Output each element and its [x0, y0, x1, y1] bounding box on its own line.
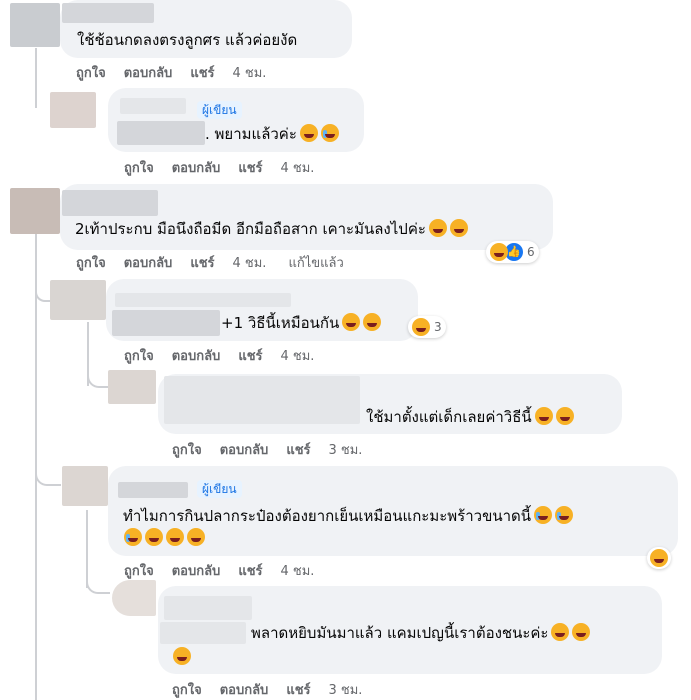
like-button[interactable]: ถูกใจ [124, 161, 154, 176]
reply-button[interactable]: ตอบกลับ [172, 564, 221, 579]
mention-name[interactable] [117, 121, 205, 145]
crying-emoji-icon [124, 528, 142, 546]
author-name[interactable] [62, 190, 158, 216]
haha-reaction-icon [412, 318, 430, 336]
comment-text: ใช้มาตั้งแต่เด็กเลยค่าวิธีนี้ [366, 407, 574, 427]
comment-actions: ถูกใจ ตอบกลับ แชร์ 3 ชม. [172, 682, 380, 700]
reply-button[interactable]: ตอบกลับ [172, 161, 221, 176]
thread-line [86, 510, 88, 588]
laughing-emoji-icon [173, 647, 191, 665]
thread-line [35, 232, 37, 700]
reply-button[interactable]: ตอบกลับ [172, 349, 221, 364]
share-button[interactable]: แชร์ [238, 161, 262, 176]
author-name[interactable] [115, 293, 291, 307]
share-button[interactable]: แชร์ [286, 683, 310, 698]
avatar[interactable] [112, 580, 156, 616]
comment-text-emojis [170, 647, 191, 667]
laughing-emoji-icon [449, 219, 468, 237]
share-button[interactable]: แชร์ [190, 66, 214, 81]
author-name[interactable] [62, 3, 154, 23]
reply-button[interactable]: ตอบกลับ [124, 66, 173, 81]
timestamp[interactable]: 4 ชม. [233, 66, 267, 81]
comment-text: พลาดหยิบมันมาแล้ว แคมเปญนี้เราต้องชนะค่ะ [251, 623, 591, 643]
reaction-summary[interactable]: 👍 6 [486, 241, 539, 263]
avatar[interactable] [10, 188, 60, 234]
reaction-summary[interactable]: 3 [408, 316, 446, 338]
laughing-emoji-icon [428, 219, 447, 237]
comment-text: 2เท้าประกบ มือนึงถือมีด อีกมือถือสาก เคา… [75, 219, 468, 239]
share-button[interactable]: แชร์ [190, 256, 214, 271]
like-button[interactable]: ถูกใจ [76, 256, 106, 271]
reply-button[interactable]: ตอบกลับ [124, 256, 173, 271]
author-name[interactable] [164, 376, 360, 424]
reply-button[interactable]: ตอบกลับ [220, 443, 269, 458]
author-badge: ผู้เขียน [197, 480, 242, 498]
like-button[interactable]: ถูกใจ [172, 443, 202, 458]
haha-reaction-icon [490, 243, 508, 261]
comment-text: . พยามแล้วค่ะ [205, 124, 339, 144]
thread-connector [86, 578, 110, 594]
thread-line [35, 48, 37, 108]
reply-button[interactable]: ตอบกลับ [220, 683, 269, 698]
avatar[interactable] [50, 280, 106, 320]
like-button[interactable]: ถูกใจ [76, 66, 106, 81]
haha-reaction-icon [650, 549, 668, 567]
author-badge: ผู้เขียน [197, 101, 242, 119]
timestamp[interactable]: 4 ชม. [281, 161, 315, 176]
reaction-count: 3 [434, 320, 442, 334]
mention-name[interactable] [112, 310, 220, 336]
edited-label[interactable]: แก้ไขแล้ว [288, 256, 343, 271]
comment-actions: ถูกใจ ตอบกลับ แชร์ 4 ชม. [124, 160, 332, 178]
avatar[interactable] [108, 370, 156, 404]
comment-actions: ถูกใจ ตอบกลับ แชร์ 4 ชม. [76, 65, 284, 83]
laughing-emoji-icon [299, 124, 318, 142]
comment-actions: ถูกใจ ตอบกลับ แชร์ 4 ชม. [124, 348, 332, 366]
timestamp[interactable]: 3 ชม. [329, 683, 363, 698]
avatar[interactable] [10, 3, 60, 47]
reaction-summary[interactable] [647, 547, 671, 569]
laughing-emoji-icon [555, 407, 574, 425]
mention-name[interactable] [160, 622, 246, 644]
crying-emoji-icon [534, 506, 552, 524]
laughing-emoji-icon [363, 313, 382, 331]
share-button[interactable]: แชร์ [238, 564, 262, 579]
timestamp[interactable]: 4 ชม. [281, 564, 315, 579]
like-button[interactable]: ถูกใจ [124, 349, 154, 364]
reaction-count: 6 [527, 245, 535, 259]
comment-text: ใช้ช้อนกดลงตรงลูกศร แล้วค่อยงัด [77, 31, 298, 49]
laughing-emoji-icon [145, 528, 163, 546]
share-button[interactable]: แชร์ [238, 349, 262, 364]
laughing-emoji-icon [166, 528, 184, 546]
thread-connector [35, 290, 51, 302]
avatar[interactable] [50, 92, 96, 128]
laughing-emoji-icon [551, 623, 570, 641]
comment-actions: ถูกใจ ตอบกลับ แชร์ 4 ชม. แก้ไขแล้ว [76, 255, 362, 273]
comment-actions: ถูกใจ ตอบกลับ แชร์ 3 ชม. [172, 442, 380, 460]
share-button[interactable]: แชร์ [286, 443, 310, 458]
like-button[interactable]: ถูกใจ [172, 683, 202, 698]
comment-actions: ถูกใจ ตอบกลับ แชร์ 4 ชม. [124, 563, 332, 581]
thread-connector [87, 372, 109, 388]
comment-text: ทำไมการกินปลากระป๋องต้องยากเย็นเหมือนแกะ… [123, 506, 573, 526]
laughing-emoji-icon [534, 407, 553, 425]
crying-emoji-icon [555, 506, 573, 524]
comment-text: +1 วิธีนี้เหมือนกัน [221, 313, 382, 333]
crying-emoji-icon [320, 124, 339, 142]
laughing-emoji-icon [572, 623, 591, 641]
author-name[interactable] [164, 596, 252, 620]
avatar[interactable] [62, 466, 108, 506]
author-name[interactable] [118, 482, 188, 498]
thread-connector [35, 470, 61, 486]
like-button[interactable]: ถูกใจ [124, 564, 154, 579]
comment-text-emojis [121, 528, 205, 548]
timestamp[interactable]: 4 ชม. [281, 349, 315, 364]
laughing-emoji-icon [187, 528, 205, 546]
timestamp[interactable]: 3 ชม. [329, 443, 363, 458]
author-name[interactable] [120, 98, 186, 114]
timestamp[interactable]: 4 ชม. [233, 256, 267, 271]
laughing-emoji-icon [342, 313, 361, 331]
